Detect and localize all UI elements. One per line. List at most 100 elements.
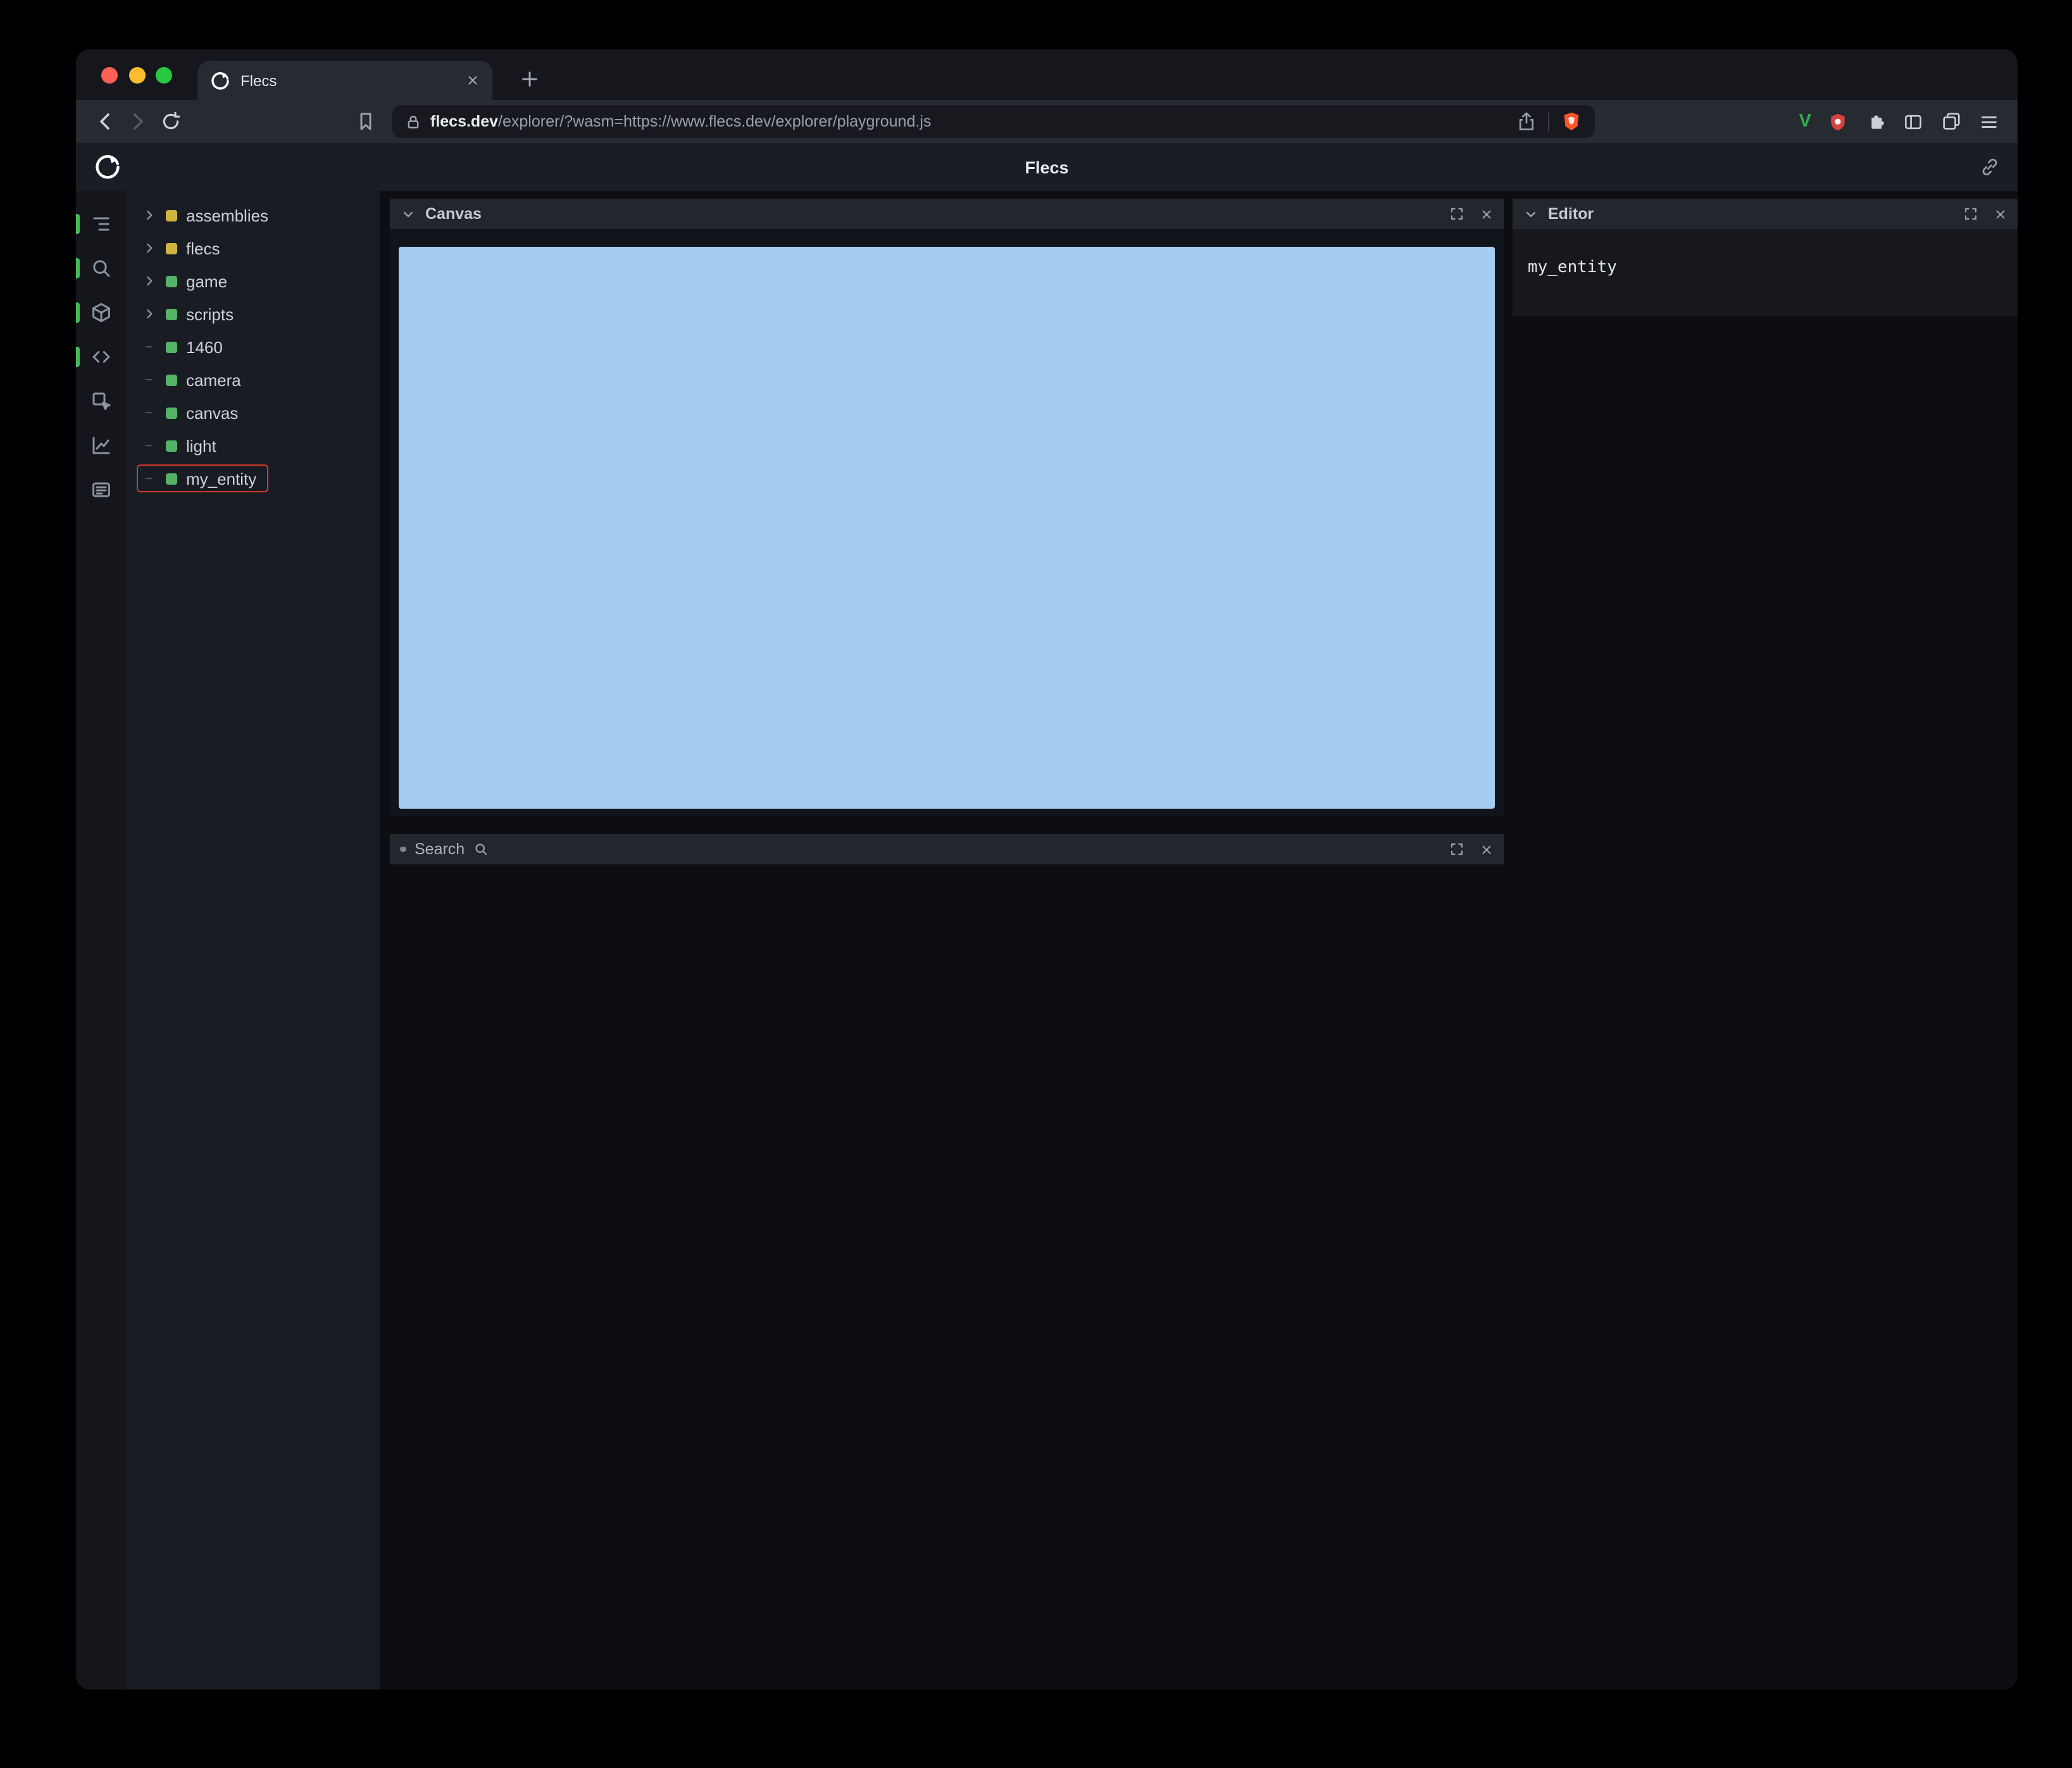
inspect-icon [90, 389, 113, 412]
new-tab-button[interactable] [511, 61, 547, 96]
expand-icon[interactable] [1449, 206, 1464, 221]
url-host: flecs.dev [430, 113, 499, 130]
sidebar-item-hierarchy[interactable] [76, 201, 127, 246]
entity-color-swatch [166, 440, 177, 451]
leaf-dash-icon [140, 339, 157, 354]
entity-color-swatch [166, 275, 177, 287]
tree-item-light[interactable]: light [127, 429, 380, 462]
tree-item-inner: scripts [137, 300, 245, 328]
sidebar-toggle-icon[interactable] [1902, 111, 1924, 132]
app-header: Flecs [76, 143, 2018, 191]
sidebar-item-code[interactable] [76, 334, 127, 378]
share-icon[interactable] [1516, 111, 1537, 132]
leaf-dash-icon [140, 438, 157, 453]
toolbar-extensions: V [1799, 111, 2005, 132]
address-bar-divider [1548, 112, 1549, 131]
search-icon [473, 842, 489, 857]
expand-icon[interactable] [1963, 206, 1978, 221]
page-title: Flecs [1025, 158, 1069, 177]
v-extension-icon[interactable]: V [1799, 111, 1811, 132]
menu-icon[interactable] [1978, 111, 2000, 132]
lock-icon [405, 113, 421, 130]
tree-item-scripts[interactable]: scripts [127, 297, 380, 330]
tree-item-1460[interactable]: 1460 [127, 330, 380, 363]
flecs-explorer-page: Flecs assemblies flecs game scripts 1460 came… [76, 143, 2018, 1690]
terminal-icon [90, 478, 113, 501]
tree-item-label: scripts [186, 304, 234, 323]
tree-item-my_entity[interactable]: my_entity [127, 462, 380, 495]
editor-panel-title: Editor [1548, 205, 1594, 223]
browser-tab[interactable]: Flecs [197, 61, 492, 100]
shield-extension-icon[interactable] [1828, 111, 1848, 132]
entity-color-swatch [166, 209, 177, 221]
tree-item-flecs[interactable]: flecs [127, 232, 380, 265]
brave-shields-icon[interactable] [1561, 110, 1582, 133]
cube-icon [90, 301, 113, 323]
zoom-window-button[interactable] [156, 67, 172, 84]
canvas-panel-body [390, 229, 1504, 816]
url-path: /explorer/?wasm=https://www.flecs.dev/ex… [498, 113, 932, 130]
chevron-right-icon[interactable] [140, 306, 157, 321]
sidebar-item-search[interactable] [76, 246, 127, 290]
canvas-panel-title: Canvas [425, 205, 482, 223]
close-icon[interactable] [1480, 207, 1494, 221]
address-bar[interactable]: flecs.dev/explorer/?wasm=https://www.fle… [392, 105, 1595, 138]
close-window-button[interactable] [101, 67, 118, 84]
back-button[interactable] [89, 105, 122, 138]
status-dot [400, 846, 406, 852]
active-indicator [76, 213, 80, 233]
tree-item-label: flecs [186, 239, 220, 258]
url-text: flecs.dev/explorer/?wasm=https://www.fle… [430, 113, 931, 130]
leaf-dash-icon [140, 372, 157, 387]
tree-item-inner: 1460 [137, 333, 234, 361]
bookmark-icon[interactable] [349, 105, 382, 138]
entity-tree-panel: assemblies flecs game scripts 1460 camera canv… [127, 191, 380, 1690]
flecs-favicon-icon [210, 70, 230, 90]
sidebar-item-terminal[interactable] [76, 467, 127, 511]
active-indicator [76, 346, 80, 366]
share-link-icon[interactable] [1980, 157, 2000, 177]
webgl-canvas[interactable] [399, 247, 1495, 809]
tree-item-inner: flecs [137, 234, 231, 262]
sidebar-item-chart[interactable] [76, 423, 127, 467]
chevron-down-icon[interactable] [400, 206, 416, 222]
editor-panel-body[interactable]: my_entity [1513, 229, 2018, 316]
tree-item-label: assemblies [186, 206, 269, 225]
sidebar-item-inspect[interactable] [76, 378, 127, 423]
reload-button[interactable] [154, 105, 187, 138]
chart-icon [90, 433, 113, 456]
minimize-window-button[interactable] [128, 67, 145, 84]
annotation-box: my_entity [137, 464, 268, 492]
search-icon [90, 256, 113, 279]
sidebar-item-cube[interactable] [76, 290, 127, 334]
tree-item-label: camera [186, 370, 241, 389]
canvas-panel-header: Canvas [390, 199, 1504, 229]
chevron-right-icon[interactable] [140, 273, 157, 289]
tree-item-camera[interactable]: camera [127, 363, 380, 396]
tree-item-canvas[interactable]: canvas [127, 396, 380, 429]
tree-item-assemblies[interactable]: assemblies [127, 199, 380, 232]
chevron-right-icon[interactable] [140, 208, 157, 223]
explorer-sidebar [76, 191, 127, 1690]
tree-item-inner: light [137, 432, 228, 459]
app-content: assemblies flecs game scripts 1460 camera canv… [76, 191, 2018, 1690]
code-icon [90, 345, 113, 368]
forward-button[interactable] [122, 105, 154, 138]
chevron-right-icon[interactable] [140, 240, 157, 256]
entity-color-swatch [166, 407, 177, 418]
tab-search-icon[interactable] [1940, 111, 1962, 132]
address-bar-actions [1516, 110, 1582, 133]
tree-item-label: canvas [186, 403, 239, 422]
desktop-background: Flecs flecs.dev/explorer/?wasm=https://w… [0, 0, 2072, 1768]
tree-item-label: 1460 [186, 337, 223, 356]
active-indicator [76, 258, 80, 278]
tab-close-icon[interactable] [466, 73, 480, 87]
tree-item-game[interactable]: game [127, 265, 380, 297]
expand-icon[interactable] [1449, 842, 1464, 857]
puzzle-extensions-icon[interactable] [1864, 111, 1886, 132]
editor-content[interactable]: my_entity [1528, 258, 1617, 277]
close-icon[interactable] [1994, 207, 2007, 221]
leaf-dash-icon [140, 471, 157, 486]
close-icon[interactable] [1480, 842, 1494, 856]
chevron-down-icon[interactable] [1523, 206, 1539, 222]
